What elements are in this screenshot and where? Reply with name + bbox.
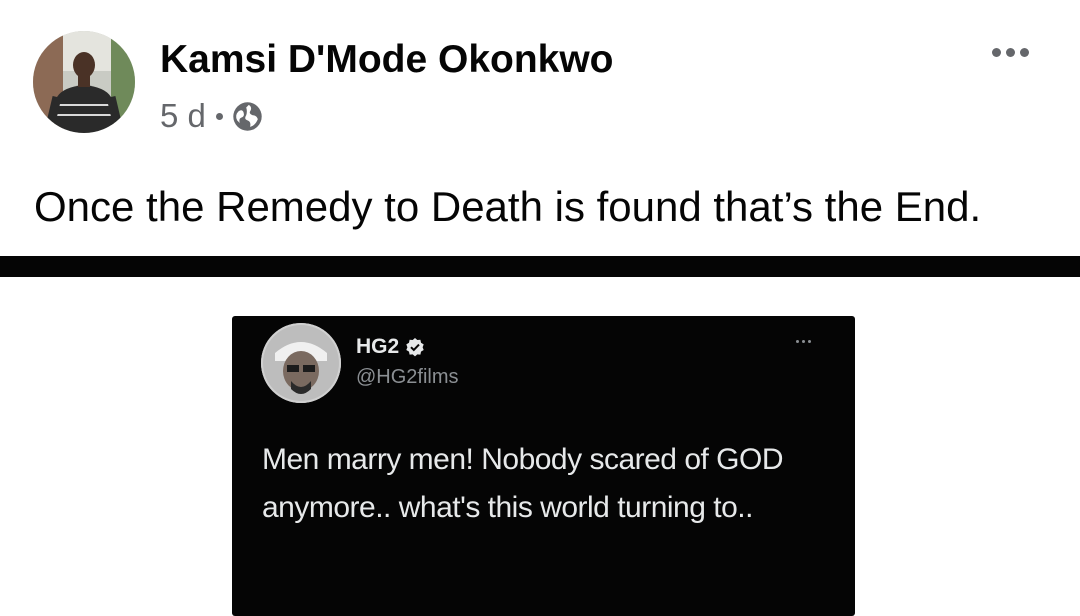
more-dot [802,340,805,343]
author-name[interactable]: Kamsi D'Mode Okonkwo [160,36,614,84]
post-meta: 5 d [160,96,263,136]
meta-separator-dot [215,112,223,120]
post-more-button[interactable] [980,32,1040,72]
more-dot [1005,47,1015,57]
post-text: Once the Remedy to Death is found that’s… [34,183,982,230]
more-horizontal-icon [991,47,1001,57]
tweet-handle[interactable]: @HG2films [356,364,459,390]
tweet-avatar [261,323,341,403]
tweet-author-name[interactable]: HG2 [356,334,399,360]
globe-icon[interactable] [232,101,263,132]
verified-badge-icon [405,337,425,357]
post-timestamp[interactable]: 5 d [160,96,206,136]
more-dot [1019,47,1029,57]
more-horizontal-icon [796,340,799,343]
more-dot [808,340,811,343]
author-avatar[interactable] [33,31,135,133]
tweet-screenshot[interactable]: HG2 @HG2films Men marry men! Nobody scar… [232,316,855,616]
image-top-border [0,256,1080,277]
tweet-text: Men marry men! Nobody scared of GOD anym… [262,443,784,524]
tweet-more-button[interactable] [796,340,811,343]
tweet-name-row: HG2 [356,334,425,360]
post-header: Kamsi D'Mode Okonkwo 5 d [0,0,1080,150]
